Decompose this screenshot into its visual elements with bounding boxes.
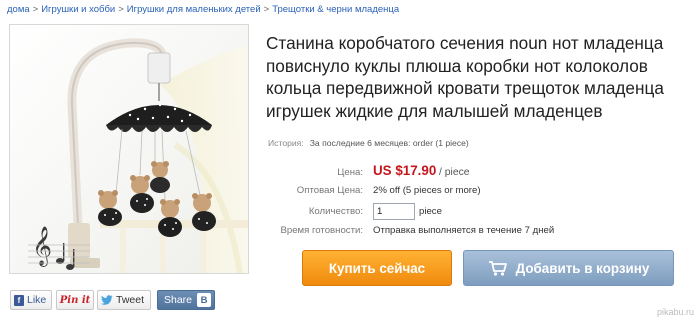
price-value: US $17.90 / piece bbox=[373, 163, 470, 178]
ready-time-label: Время готовности: bbox=[280, 225, 363, 236]
facebook-like-button[interactable]: f Like bbox=[10, 290, 52, 310]
breadcrumb-toys-hobbies[interactable]: Игрушки и хобби bbox=[41, 4, 115, 15]
quantity-input[interactable] bbox=[373, 203, 415, 220]
facebook-icon: f bbox=[14, 294, 24, 306]
wholesale-label: Оптовая Цена: bbox=[296, 185, 363, 196]
sales-history: История: За последние 6 месяцев: order (1… bbox=[268, 138, 469, 148]
ready-time-row: Время готовности: Отправка выполняется в… bbox=[0, 225, 700, 243]
vk-icon: B bbox=[197, 293, 211, 307]
cart-icon bbox=[488, 260, 508, 276]
buy-now-label: Купить сейчас bbox=[328, 260, 426, 276]
quantity-label: Количество: bbox=[308, 206, 363, 217]
twitter-bird-icon bbox=[101, 295, 113, 305]
breadcrumb-separator: > bbox=[263, 4, 270, 15]
breadcrumb-separator: > bbox=[32, 4, 39, 15]
history-value: За последние 6 месяцев: order (1 piece) bbox=[309, 138, 469, 148]
price-row: Цена: US $17.90 / piece bbox=[0, 163, 700, 181]
price-unit: / piece bbox=[438, 167, 470, 178]
add-to-cart-button[interactable]: Добавить в корзину bbox=[463, 250, 674, 286]
product-title: Станина коробчатого сечения noun нот мла… bbox=[266, 33, 664, 121]
price-label: Цена: bbox=[337, 167, 363, 178]
breadcrumb-rattles[interactable]: Трещотки & черни младенца bbox=[272, 4, 399, 15]
add-to-cart-label: Добавить в корзину bbox=[515, 260, 650, 276]
breadcrumb-baby-toys[interactable]: Игрушки для маленьких детей bbox=[127, 4, 261, 15]
wholesale-row: Оптовая Цена: 2% off (5 pieces or more) bbox=[0, 185, 700, 203]
share-label: Share bbox=[164, 294, 193, 306]
pinterest-pin-button[interactable]: Pin it bbox=[56, 290, 94, 310]
quantity-row: Количество: piece bbox=[0, 203, 700, 221]
watermark: pikabu.ru bbox=[656, 307, 694, 317]
wholesale-value: 2% off (5 pieces or more) bbox=[373, 185, 481, 196]
breadcrumb-home[interactable]: дома bbox=[7, 4, 30, 15]
vk-share-button[interactable]: Share B bbox=[157, 290, 215, 310]
twitter-tweet-button[interactable]: Tweet bbox=[97, 290, 151, 310]
pin-label: Pin it bbox=[59, 294, 91, 306]
tweet-label: Tweet bbox=[116, 294, 145, 306]
breadcrumb: дома > Игрушки и хобби > Игрушки для маленьк… bbox=[7, 4, 399, 15]
price-amount: US $17.90 bbox=[373, 163, 437, 178]
like-label: Like bbox=[27, 294, 47, 306]
buy-now-button[interactable]: Купить сейчас bbox=[302, 250, 452, 286]
ready-time-value: Отправка выполняется в течение 7 дней bbox=[373, 225, 555, 236]
breadcrumb-separator: > bbox=[118, 4, 124, 15]
quantity-unit: piece bbox=[419, 206, 442, 217]
history-label: История: bbox=[268, 138, 304, 148]
